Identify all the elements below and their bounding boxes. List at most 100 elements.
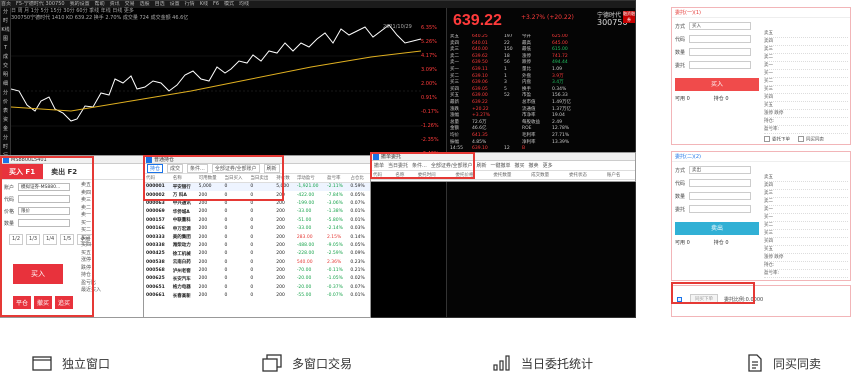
sidebar-item[interactable]: 分价表 [1, 89, 10, 116]
sidebar-item[interactable]: K线图 [1, 26, 10, 44]
entrust-toolbar-item[interactable]: 撤买 [515, 162, 525, 169]
quote-cell: ROE [522, 126, 532, 132]
quote-cell: 今开 [522, 34, 531, 39]
menubar-item[interactable]: 均线 [239, 1, 249, 7]
sell-code-input[interactable] [689, 179, 751, 187]
sidebar-item[interactable]: 分时 [1, 134, 10, 152]
menubar-item[interactable]: F6 [213, 1, 219, 7]
column-header[interactable]: 委托数量 [491, 171, 530, 180]
quote-cell: 12.78% [552, 126, 570, 132]
table-cell: 0 [250, 259, 254, 265]
entrust-toolbar-item[interactable]: 撤卖 [529, 162, 539, 169]
sell-panel[interactable]: 委托(二)(2) 方式 卖出 代码 数量 委托 卖出 可用 0 持仓 0 卖五卖… [671, 151, 851, 281]
quote-row: 买五 639.00 52 市盈 156.33 [447, 93, 635, 100]
table-row[interactable]: 000338 潍柴动力 200 0 0 200 -488.00 -9.05% 0.05% [144, 241, 370, 249]
direction-label: 方式 [675, 167, 686, 174]
column-header[interactable]: 成交数量 [529, 171, 567, 180]
menubar-item[interactable]: 交易 [125, 1, 135, 7]
table-row[interactable]: 000166 申万宏源 200 0 0 200 -33.00 -2.14% 0.03% [144, 224, 370, 232]
quote-row: 涨幅 +3.27% 市净率 19.04 [447, 113, 635, 120]
sell-qty-input[interactable] [689, 192, 751, 200]
table-cell: 0.01% [350, 209, 365, 215]
table-row[interactable]: 000625 长安汽车 200 0 0 200 -20.00 -1.05% 0.02% [144, 275, 370, 283]
menubar-item[interactable]: 设置 [170, 1, 180, 7]
column-header[interactable]: 委托状态 [567, 171, 605, 180]
side-quote-item: 持仓: [764, 118, 848, 126]
table-row[interactable]: 000069 华侨城A 200 0 0 200 -33.00 -1.38% 0.01% [144, 208, 370, 216]
table-cell: 0.01% [350, 293, 365, 299]
entrust-toolbar-item[interactable]: 更多 [543, 162, 553, 169]
table-cell: 0 [224, 284, 228, 290]
buy-code-input[interactable] [689, 35, 751, 43]
table-cell: 200 [198, 276, 208, 282]
table-row[interactable]: 000651 格力电器 200 0 0 200 -20.00 -0.37% 0.07% [144, 283, 370, 291]
table-cell: 200 [198, 251, 208, 257]
panel-buy-button[interactable]: 买入 [675, 78, 759, 91]
sell-price-select[interactable] [689, 205, 751, 213]
menubar-item[interactable]: 选股 [140, 1, 150, 7]
menubar-item[interactable]: 行情 [185, 1, 195, 7]
table-cell: 540.00 [296, 259, 313, 265]
table-cell: -488.00 [296, 242, 315, 248]
quote-cell: 639.06 [472, 80, 488, 86]
buy-price-select[interactable] [689, 61, 751, 69]
table-row[interactable]: 000661 长春高新 200 0 0 200 -55.00 -0.07% 0.01% [144, 292, 370, 300]
table-cell: 000651 [146, 284, 165, 290]
table-cell: 000661 [146, 293, 165, 299]
menubar-item[interactable]: K线 [200, 1, 208, 7]
option-checkbox[interactable]: 同买同卖 [798, 136, 824, 143]
side-quote-item: 买一 [764, 214, 848, 222]
sidebar-item[interactable]: 成交明细 [1, 53, 10, 89]
quote-cell: 150 [504, 47, 513, 53]
table-row[interactable]: 000425 徐工机械 200 0 0 200 -228.00 -2.59% 0.09% [144, 250, 370, 258]
menubar-item[interactable]: 帮助 [95, 1, 105, 7]
sidebar-item[interactable]: T [1, 44, 10, 53]
table-cell: 0 [224, 226, 228, 232]
hold-value: 0 [725, 96, 729, 102]
option-checkbox[interactable]: 委托下单 [764, 136, 790, 143]
buy-direction-select[interactable]: 买入 [689, 22, 751, 30]
table-cell: -20.00 [296, 276, 312, 282]
table-row[interactable]: 000538 云南白药 200 0 0 200 540.00 2.36% 0.23% [144, 258, 370, 266]
table-cell: -33.00 [296, 209, 312, 215]
side-quote-item: 买二 [764, 78, 848, 86]
table-row[interactable]: 000568 泸州老窖 200 0 0 200 -70.00 -0.11% 0.21% [144, 266, 370, 274]
table-cell: 000625 [146, 276, 165, 282]
sidebar-item[interactable]: 分时 [1, 8, 10, 26]
column-header[interactable]: 浮动盈亏 [294, 174, 325, 183]
table-cell: 200 [198, 293, 208, 299]
entrust-toolbar-item[interactable]: 刷新 [477, 162, 487, 169]
table-cell: 000338 [146, 242, 165, 248]
table-cell: 0.05% [350, 242, 365, 248]
column-header[interactable]: 盈亏率 [325, 174, 349, 183]
menubar-item[interactable]: 我的设置 [70, 1, 90, 7]
chart-toolbar-line: 日 周 月 1分 5分 15分 30分 60分 季线 年线 日线 更多 [11, 8, 134, 14]
column-header[interactable]: 账户名 [604, 171, 635, 180]
menubar-item[interactable]: 首页 [1, 1, 11, 7]
panel-sell-button[interactable]: 卖出 [675, 222, 759, 235]
side-quote-item: 盈亏率: [764, 270, 848, 278]
quote-row: 卖五 640.25 197 今开 625.00 [447, 34, 635, 41]
highlight-box-holdings [143, 155, 284, 201]
menubar-item[interactable]: 资讯 [110, 1, 120, 7]
buy-panel[interactable]: 委托(一)(1) 方式 买入 代码 数量 委托 买入 可用 0 持仓 0 卖五卖… [671, 7, 851, 145]
entrust-toolbar-item[interactable]: 一键撤单 [491, 162, 511, 169]
sidebar-item[interactable]: 资金 [1, 116, 10, 134]
table-cell: 0 [224, 276, 228, 282]
menubar-item[interactable]: 自选 [155, 1, 165, 7]
hold-label: 持仓 [713, 240, 724, 246]
table-row[interactable]: 000333 美的集团 200 0 0 200 283.00 2.15% 0.14% [144, 233, 370, 241]
avail-value: 0 [686, 96, 690, 102]
table-row[interactable]: 000157 中联重科 200 0 0 200 -51.00 -5.80% 0.01% [144, 216, 370, 224]
buy-qty-input[interactable] [689, 48, 751, 56]
quote-cell: 量比 [522, 66, 531, 72]
side-quote-item: 涨停 跌停 [764, 110, 848, 118]
menubar-item[interactable]: 模式 [224, 1, 234, 7]
quote-cell: 买一 [450, 66, 459, 72]
table-cell: 美的集团 [172, 235, 191, 241]
column-header[interactable]: 占仓比 [348, 174, 370, 183]
menubar-item[interactable]: F5-宁德时代 300750 [16, 1, 65, 7]
multi-window-icon [262, 354, 282, 372]
sell-direction-select[interactable]: 卖出 [689, 166, 751, 174]
table-cell: 000166 [146, 226, 165, 232]
